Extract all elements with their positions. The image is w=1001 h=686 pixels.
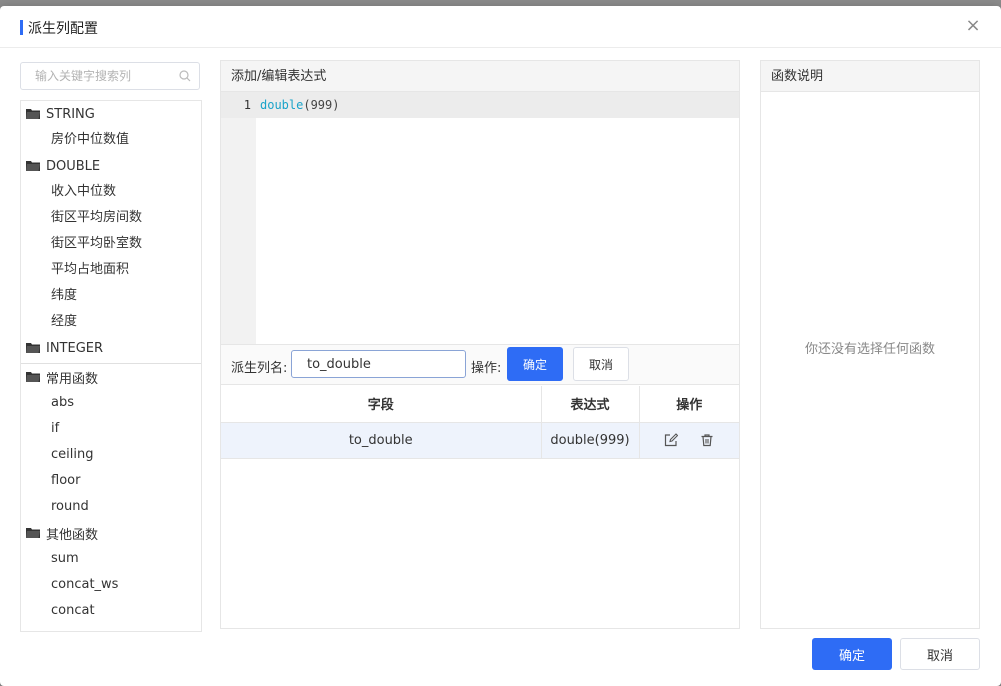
tree-item[interactable]: 经度 [21,309,201,335]
function-item[interactable]: concat [21,598,201,624]
tree-item[interactable]: 房价中位数值 [21,127,201,153]
cancel-button[interactable]: 取消 [573,347,629,381]
function-item[interactable]: floor [21,468,201,494]
tree-item[interactable]: 街区平均卧室数 [21,231,201,257]
function-item[interactable]: sum [21,546,201,572]
title-accent-bar [20,20,23,35]
code-args-token: (999) [303,98,340,112]
dialog-ok-button[interactable]: 确定 [812,638,892,670]
folder-icon [26,109,40,119]
tree-group-header[interactable]: STRING [21,101,201,127]
function-help-panel: 函数说明 你还没有选择任何函数 [760,60,980,629]
close-icon[interactable]: × [963,16,983,36]
derived-name-row: 派生列名: 操作: 确定 取消 [221,344,739,385]
function-item[interactable]: abs [21,390,201,416]
confirm-button[interactable]: 确定 [507,347,563,381]
search-icon[interactable] [179,70,191,82]
expression-panel: 添加/编辑表达式 1 double(999) 派生列名: 操作: 确定 取消 字… [220,60,740,629]
tree-group-label: 其他函数 [46,527,99,543]
tree-group-header[interactable]: DOUBLE [21,153,201,179]
function-item[interactable]: ceiling [21,442,201,468]
tree-group-double: DOUBLE 收入中位数 街区平均房间数 街区平均卧室数 平均占地面积 纬度 经… [21,153,201,335]
table-header-row: 字段 表达式 操作 [221,386,739,423]
function-item[interactable]: if [21,416,201,442]
line-number: 1 [243,98,251,112]
cell-field: to_double [221,422,542,459]
trash-icon[interactable] [700,433,714,447]
code-editor[interactable]: 1 double(999) [221,92,739,344]
column-header-actions: 操作 [639,386,739,423]
folder-icon [26,528,40,538]
tree-group-header[interactable]: 其他函数 [21,520,201,546]
code-line[interactable]: double(999) [260,92,339,118]
tree-group-other-functions: 其他函数 sum concat_ws concat [21,520,201,624]
cell-expression: double(999) [541,422,640,459]
tree-group-header[interactable]: 常用函数 [21,364,201,390]
function-help-header: 函数说明 [761,61,979,92]
column-header-expression: 表达式 [541,386,640,423]
column-search [20,62,200,90]
expression-panel-header: 添加/编辑表达式 [221,61,739,92]
edit-icon[interactable] [664,433,679,447]
dialog-cancel-button[interactable]: 取消 [900,638,980,670]
tree-group-label: INTEGER [46,340,104,356]
tree-item[interactable]: 街区平均房间数 [21,205,201,231]
tree-item[interactable]: 平均占地面积 [21,257,201,283]
derived-name-label: 派生列名: [231,361,288,376]
tree-group-label: STRING [46,106,95,122]
folder-icon [26,372,40,382]
function-item[interactable]: concat_ws [21,572,201,598]
tree-item[interactable]: 收入中位数 [21,179,201,205]
derived-name-input[interactable] [291,350,466,378]
column-header-field: 字段 [221,386,542,423]
function-help-empty-text: 你还没有选择任何函数 [804,342,935,357]
derived-column-dialog: 派生列配置 × STRING 房价中位数值 DOUBLE 收入中位数 街区平均房… [0,6,1001,686]
tree-item[interactable]: 纬度 [21,283,201,309]
folder-icon [26,161,40,171]
search-input[interactable] [35,63,185,89]
derived-columns-table: 字段 表达式 操作 to_double double(999) [221,386,739,459]
tree-group-header[interactable]: INTEGER [21,335,201,361]
tree-group-integer: INTEGER [21,335,201,361]
dialog-title: 派生列配置 [28,21,98,37]
folder-icon [26,343,40,353]
cell-actions [639,422,739,459]
tree-group-string: STRING 房价中位数值 [21,101,201,153]
tree-group-common-functions: 常用函数 abs if ceiling floor round [21,364,201,520]
function-item[interactable]: round [21,494,201,520]
column-tree: STRING 房价中位数值 DOUBLE 收入中位数 街区平均房间数 街区平均卧… [20,100,202,632]
operation-label: 操作: [471,361,502,376]
tree-group-label: 常用函数 [46,371,99,387]
tree-group-label: DOUBLE [46,158,101,174]
code-function-token: double [260,98,304,112]
table-row[interactable]: to_double double(999) [221,422,739,459]
dialog-header: 派生列配置 × [0,6,1001,48]
editor-gutter [221,92,256,344]
